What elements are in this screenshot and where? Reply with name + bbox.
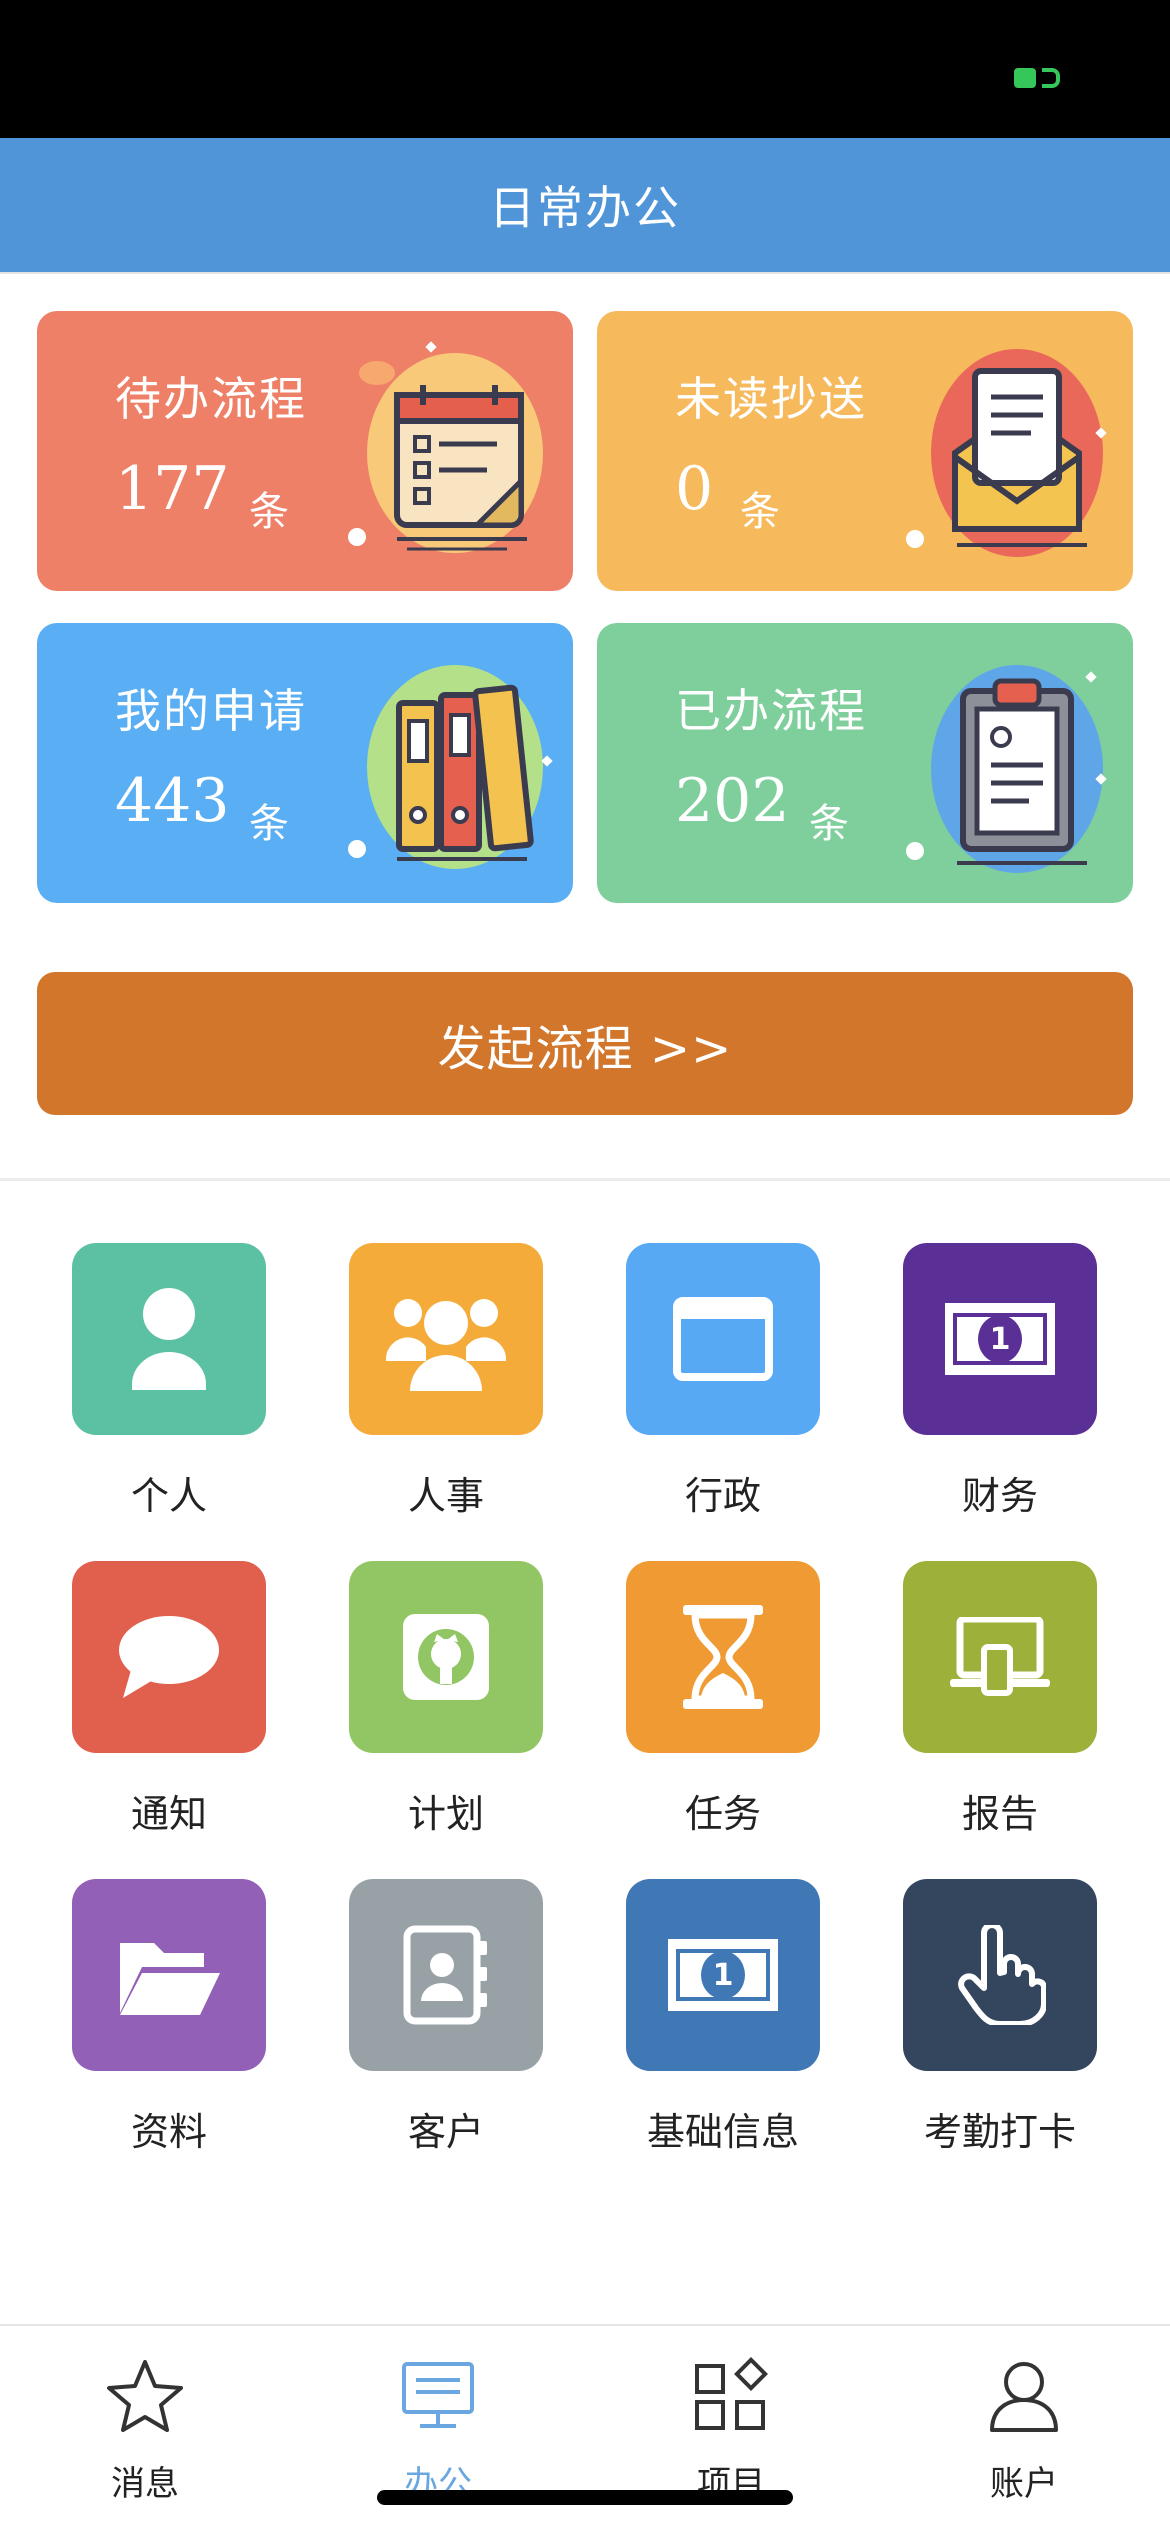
status-bar xyxy=(0,0,1170,138)
module-label: 人事 xyxy=(407,1474,484,1518)
card-label: 我的申请 xyxy=(115,684,307,738)
page-title: 日常办公 xyxy=(489,181,681,235)
banknote-icon: 1 xyxy=(668,1939,778,2011)
module-label: 计划 xyxy=(407,1792,484,1836)
group-icon xyxy=(386,1299,506,1391)
banknote-icon: 1 xyxy=(945,1303,1055,1375)
module-documents[interactable]: 资料 xyxy=(48,1879,288,2169)
module-label: 基础信息 xyxy=(646,2110,799,2154)
star-icon xyxy=(107,2360,183,2432)
tab-projects[interactable]: 项目 xyxy=(631,2356,831,2506)
navigation-header: 日常办公 xyxy=(0,138,1170,274)
person-icon xyxy=(132,1288,206,1390)
card-label: 已办流程 xyxy=(675,684,867,738)
module-task[interactable]: 任务 xyxy=(602,1561,842,1851)
card-my-applications[interactable]: 我的申请 443 条 xyxy=(37,623,573,903)
card-pending-process[interactable]: 待办流程 177 条 xyxy=(37,311,573,591)
card-unit: 条 xyxy=(249,489,289,535)
module-tile xyxy=(72,1561,266,1753)
module-tile: 1 xyxy=(903,1243,1097,1435)
tab-label: 消息 xyxy=(111,2464,179,2504)
tab-label: 账户 xyxy=(990,2464,1058,2504)
module-tile xyxy=(72,1243,266,1435)
module-notice[interactable]: 通知 xyxy=(48,1561,288,1851)
module-label: 报告 xyxy=(961,1792,1038,1836)
monitor-icon xyxy=(402,2362,474,2428)
module-label: 财务 xyxy=(961,1474,1038,1518)
module-report[interactable]: 报告 xyxy=(879,1561,1119,1851)
module-label: 通知 xyxy=(130,1792,207,1836)
module-label: 行政 xyxy=(684,1474,761,1518)
card-unit: 条 xyxy=(809,801,849,847)
card-unit: 条 xyxy=(740,489,780,535)
module-tile xyxy=(349,1243,543,1435)
tab-office[interactable]: 办公 xyxy=(338,2356,538,2506)
calendar-illustration-icon xyxy=(348,341,543,553)
module-tile: 1 xyxy=(626,1879,820,2071)
module-tile xyxy=(626,1561,820,1753)
user-icon xyxy=(990,2362,1058,2432)
module-administration[interactable]: 行政 xyxy=(602,1243,842,1533)
module-plan[interactable]: 计划 xyxy=(325,1561,565,1851)
module-label: 资料 xyxy=(130,2110,207,2154)
module-tile xyxy=(349,1879,543,2071)
card-label: 待办流程 xyxy=(115,372,307,426)
pointing-hand-icon xyxy=(958,1925,1046,2025)
window-icon xyxy=(673,1297,773,1381)
devices-icon xyxy=(950,1617,1050,1696)
github-icon xyxy=(403,1614,489,1700)
tab-messages[interactable]: 消息 xyxy=(45,2356,245,2506)
module-attendance[interactable]: 考勤打卡 xyxy=(879,1879,1119,2169)
binders-illustration-icon xyxy=(348,665,553,869)
apps-grid-icon xyxy=(695,2357,768,2430)
card-count: 202 xyxy=(675,766,790,836)
folder-open-icon xyxy=(120,1943,220,2015)
module-customers[interactable]: 客户 xyxy=(325,1879,565,2169)
card-count: 443 xyxy=(115,766,230,836)
module-label: 任务 xyxy=(684,1792,761,1836)
speech-bubble-icon xyxy=(119,1616,219,1698)
card-count: 0 xyxy=(675,454,714,524)
svg-text:1: 1 xyxy=(990,1322,1011,1357)
module-tile xyxy=(903,1561,1097,1753)
module-label: 考勤打卡 xyxy=(923,2110,1076,2154)
contact-book-icon xyxy=(403,1925,487,2025)
module-tile xyxy=(626,1243,820,1435)
module-finance[interactable]: 1 财务 xyxy=(879,1243,1119,1533)
card-completed-process[interactable]: 已办流程 202 条 xyxy=(597,623,1133,903)
card-label: 未读抄送 xyxy=(675,372,867,426)
section-divider xyxy=(0,1178,1170,1181)
card-unread-cc[interactable]: 未读抄送 0 条 xyxy=(597,311,1133,591)
svg-text:1: 1 xyxy=(713,1958,734,1993)
module-personal[interactable]: 个人 xyxy=(48,1243,288,1533)
hourglass-icon xyxy=(683,1605,763,1709)
card-count: 177 xyxy=(115,454,230,524)
module-tile xyxy=(903,1879,1097,2071)
module-label: 客户 xyxy=(407,2110,484,2154)
module-tile xyxy=(72,1879,266,2071)
module-tile xyxy=(349,1561,543,1753)
module-basic-info[interactable]: 1 基础信息 xyxy=(602,1879,842,2169)
card-unit: 条 xyxy=(249,801,289,847)
module-hr[interactable]: 人事 xyxy=(325,1243,565,1533)
clipboard-illustration-icon xyxy=(906,665,1107,873)
start-process-button[interactable]: 发起流程 >> xyxy=(37,972,1133,1115)
battery-charging-icon xyxy=(1014,68,1060,88)
tab-account[interactable]: 账户 xyxy=(924,2356,1124,2506)
home-indicator xyxy=(377,2490,793,2505)
module-label: 个人 xyxy=(130,1474,207,1518)
envelope-document-illustration-icon xyxy=(906,349,1107,557)
